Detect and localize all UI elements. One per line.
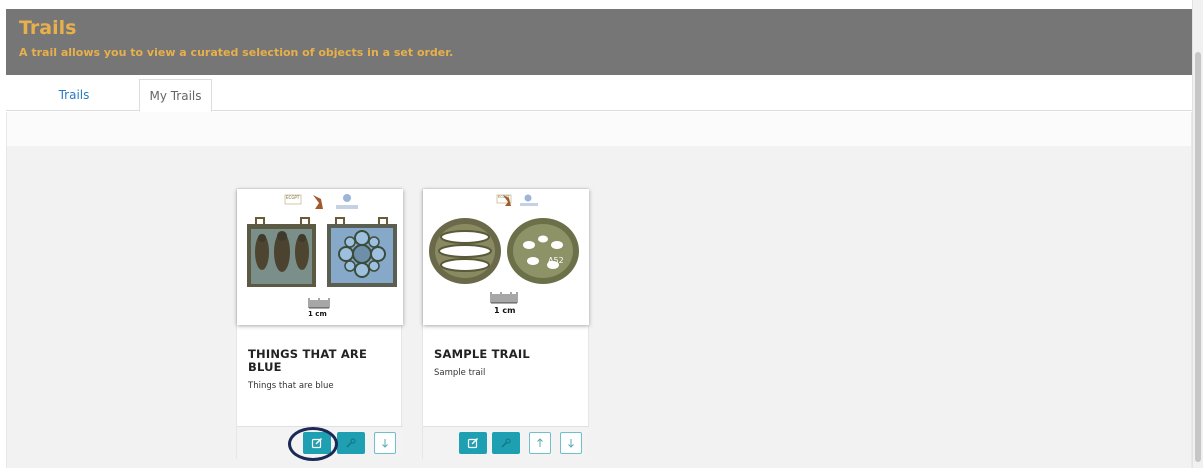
trail-title[interactable]: SAMPLE TRAIL [434,348,584,361]
image-logo-text: ECGPT [286,195,300,200]
panel-top-band [7,112,1191,146]
arrow-down-icon [382,439,388,448]
image-scale-label: 1 cm [494,306,516,315]
trail-image-pendant-icon [237,189,403,325]
edit-trail-button[interactable] [459,432,487,454]
tab-bar: Trails My Trails [6,79,1192,112]
image-scale-label: 1 cm [308,310,327,318]
trail-image[interactable]: A52 1 cm ECGPT [423,189,589,325]
page-header: Trails A trail allows you to view a cura… [6,9,1192,75]
trails-grid: 1 cm ECGPT THINGS THAT ARE BLUE Things t… [7,146,1191,468]
trail-description: Sample trail [434,368,486,378]
trail-description: Things that are blue [248,381,334,391]
trail-card-actions [237,426,403,461]
trail-card[interactable]: A52 1 cm ECGPT SAMPLE TRAIL Sample trail [422,188,589,459]
page-title: Trails [19,17,77,39]
scrollbar-thumb[interactable] [1195,52,1201,462]
edit-icon [311,438,322,449]
image-object-label: A52 [548,256,564,265]
tab-my-trails[interactable]: My Trails [139,79,212,112]
page: Trails A trail allows you to view a cura… [0,0,1203,468]
trail-image-ornament-icon [423,189,589,325]
edit-trail-button[interactable] [303,432,331,454]
scrollbar[interactable] [1192,0,1203,468]
tab-trails[interactable]: Trails [36,79,112,111]
move-up-button[interactable] [529,432,551,454]
edit-icon [467,438,478,449]
move-down-button[interactable] [374,432,396,454]
wrench-icon [501,438,511,448]
arrow-up-icon [537,438,543,447]
wrench-icon [346,438,356,448]
configure-trail-button[interactable] [337,432,365,454]
trail-card-actions [423,426,589,459]
trail-card[interactable]: 1 cm ECGPT THINGS THAT ARE BLUE Things t… [236,188,403,461]
trail-title[interactable]: THINGS THAT ARE BLUE [248,348,398,374]
move-down-button[interactable] [560,432,582,454]
image-logo-text: ECGPT [498,195,510,199]
page-subtitle: A trail allows you to view a curated sel… [19,46,454,59]
configure-trail-button[interactable] [492,432,520,454]
trails-panel: 1 cm ECGPT THINGS THAT ARE BLUE Things t… [6,112,1192,468]
trail-image[interactable]: 1 cm ECGPT [237,189,403,325]
arrow-down-icon [568,439,574,448]
